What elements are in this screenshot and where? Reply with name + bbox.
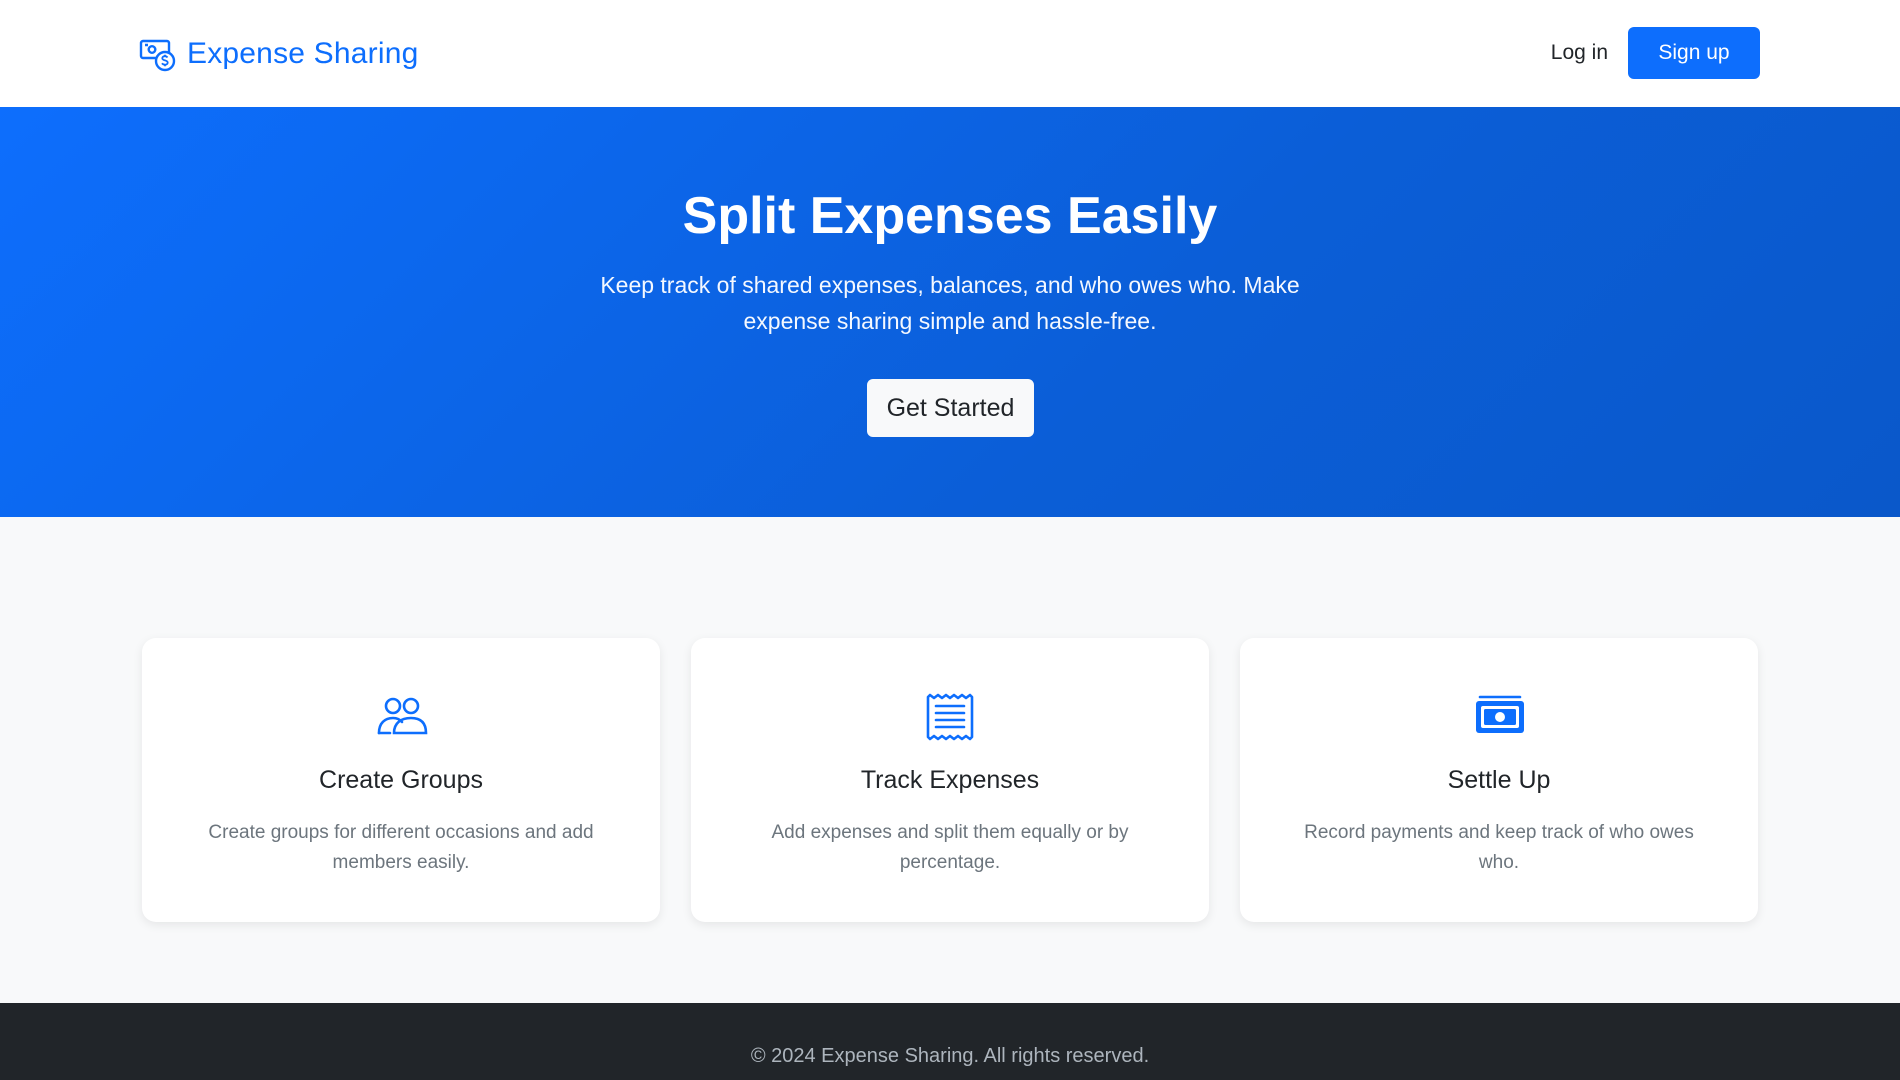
feature-description: Add expenses and split them equally or b… <box>771 822 1129 873</box>
get-started-button[interactable]: Get Started <box>867 379 1034 437</box>
people-icon <box>376 693 428 741</box>
nav-actions: Log in Sign up <box>1551 27 1760 79</box>
cash-icon <box>1474 693 1526 741</box>
footer: © 2024 Expense Sharing. All rights reser… <box>0 1003 1900 1080</box>
brand-link[interactable]: Expense Sharing <box>139 34 419 74</box>
feature-description: Record payments and keep track of who ow… <box>1304 822 1694 873</box>
feature-card-create-groups: Create Groups Create groups for differen… <box>142 638 660 922</box>
feature-description: Create groups for different occasions an… <box>208 822 594 873</box>
feature-title: Track Expenses <box>860 766 1040 794</box>
feature-title: Create Groups <box>319 766 483 794</box>
features-section: Create Groups Create groups for differen… <box>0 517 1900 1003</box>
feature-card-settle-up: Settle Up Record payments and keep track… <box>1240 638 1758 922</box>
feature-title: Settle Up <box>1447 766 1551 794</box>
brand-name: Expense Sharing <box>187 37 419 70</box>
hero-title: Split Expenses Easily <box>682 187 1218 245</box>
signup-button[interactable]: Sign up <box>1628 27 1760 79</box>
receipt-icon <box>925 693 977 741</box>
hero-section: Split Expenses Easily Keep track of shar… <box>0 107 1900 517</box>
navbar: Expense Sharing Log in Sign up <box>0 0 1900 107</box>
feature-card-track-expenses: Track Expenses Add expenses and split th… <box>691 638 1209 922</box>
hero-subtitle: Keep track of shared expenses, balances,… <box>600 272 1300 334</box>
cash-coin-icon <box>139 35 177 73</box>
login-link[interactable]: Log in <box>1551 41 1608 65</box>
footer-copyright: © 2024 Expense Sharing. All rights reser… <box>750 1045 1150 1067</box>
